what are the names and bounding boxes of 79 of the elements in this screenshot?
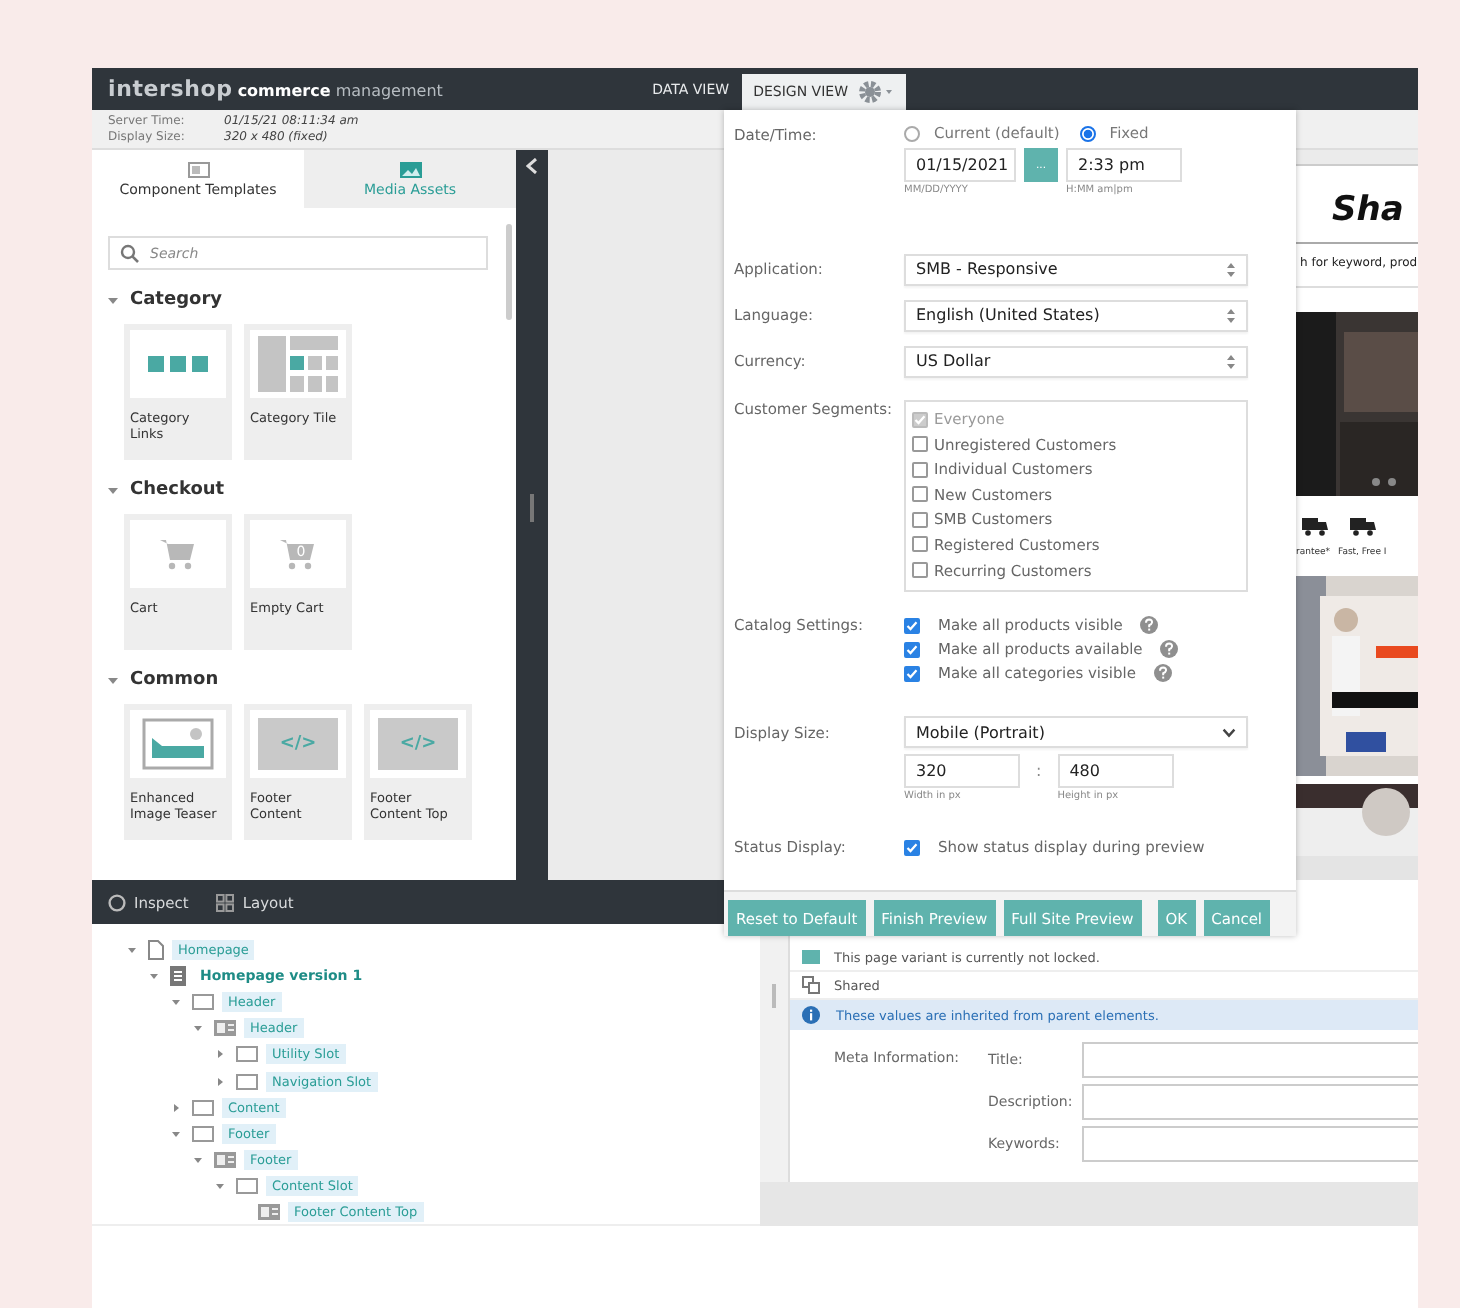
site-logo: Sha xyxy=(1332,190,1406,230)
cart-icon xyxy=(158,536,198,572)
slot-icon xyxy=(192,1099,214,1116)
image-icon xyxy=(399,161,421,177)
expand-toggle-icon[interactable] xyxy=(194,1156,202,1165)
checkbox[interactable] xyxy=(912,486,928,503)
app-logo: intershop commerce management xyxy=(108,76,443,102)
checkbox[interactable] xyxy=(904,665,920,681)
shared-icon xyxy=(802,976,820,994)
checkbox[interactable] xyxy=(912,536,928,553)
collapse-icon[interactable] xyxy=(108,485,118,495)
slot-icon xyxy=(192,1125,214,1142)
truck-icon xyxy=(1297,515,1329,535)
checkbox[interactable] xyxy=(912,562,928,579)
inspect-icon xyxy=(108,893,126,911)
grid-icon xyxy=(216,893,235,911)
updown-icon xyxy=(1226,353,1236,369)
group-title: Category xyxy=(130,290,223,310)
code-icon: </> xyxy=(378,718,458,770)
select-field[interactable]: English (United States) xyxy=(904,299,1248,331)
slot-icon xyxy=(192,993,214,1010)
help-icon[interactable] xyxy=(1160,640,1179,658)
collapse-icon[interactable] xyxy=(108,675,118,685)
checkbox[interactable] xyxy=(912,511,928,528)
expand-toggle-icon[interactable] xyxy=(128,945,136,954)
search-icon xyxy=(120,244,140,264)
separator-text: : xyxy=(1034,760,1044,780)
select-field[interactable]: SMB - Responsive xyxy=(904,253,1248,285)
group-title: Common xyxy=(130,670,219,690)
expand-toggle-icon[interactable] xyxy=(172,997,180,1006)
scrollbar-thumb[interactable] xyxy=(506,224,512,320)
slot-icon xyxy=(236,1046,258,1063)
radio-button[interactable] xyxy=(1079,125,1096,141)
date-field[interactable]: 01/15/2021 xyxy=(904,148,1016,182)
height-field[interactable]: 480 xyxy=(1057,754,1174,788)
help-icon[interactable] xyxy=(1140,616,1159,634)
width-field[interactable]: 320 xyxy=(904,754,1020,788)
component-icon xyxy=(214,1152,236,1169)
slot-icon xyxy=(236,1178,258,1195)
truck-icon xyxy=(1346,515,1379,535)
input-field[interactable] xyxy=(1082,1126,1418,1162)
expand-toggle-icon[interactable] xyxy=(216,1182,224,1191)
lock-icon xyxy=(802,950,820,964)
radio-button[interactable] xyxy=(904,125,920,141)
category-tile-icon xyxy=(258,336,338,392)
updown-icon xyxy=(1226,307,1236,323)
chevron-down-icon xyxy=(1222,727,1236,737)
checkbox[interactable] xyxy=(904,839,920,855)
image-teaser-icon xyxy=(142,718,214,770)
expand-toggle-icon[interactable] xyxy=(216,1077,224,1086)
checkbox[interactable] xyxy=(904,641,920,657)
component-icon xyxy=(214,1020,236,1037)
template-icon xyxy=(187,161,209,177)
category-links-icon xyxy=(148,356,208,372)
updown-icon xyxy=(1226,261,1236,277)
select-field[interactable]: Mobile (Portrait) xyxy=(904,716,1248,748)
page-icon xyxy=(148,939,164,960)
checkbox[interactable] xyxy=(912,436,928,453)
document-icon xyxy=(170,965,186,986)
expand-toggle-icon[interactable] xyxy=(216,1050,224,1059)
slot-icon xyxy=(236,1073,258,1090)
help-icon[interactable] xyxy=(1153,664,1172,682)
checkbox[interactable] xyxy=(904,617,920,633)
collapse-icon[interactable] xyxy=(108,295,118,305)
input-field[interactable] xyxy=(1082,1084,1418,1120)
input-field[interactable] xyxy=(1082,1042,1418,1078)
expand-toggle-icon[interactable] xyxy=(194,1024,202,1033)
info-icon xyxy=(802,1006,820,1024)
code-icon: </> xyxy=(258,718,338,770)
scrollbar-thumb[interactable] xyxy=(772,984,776,1008)
select-field[interactable]: US Dollar xyxy=(904,345,1248,377)
expand-toggle-icon[interactable] xyxy=(172,1129,180,1138)
expand-toggle-icon[interactable] xyxy=(150,971,158,980)
time-field[interactable]: 2:33 pm xyxy=(1066,148,1182,182)
checkbox[interactable] xyxy=(912,461,928,478)
component-icon xyxy=(258,1204,280,1221)
expand-toggle-icon[interactable] xyxy=(172,1103,180,1112)
group-title: Checkout xyxy=(130,480,225,500)
settings-icon[interactable] xyxy=(858,74,906,110)
